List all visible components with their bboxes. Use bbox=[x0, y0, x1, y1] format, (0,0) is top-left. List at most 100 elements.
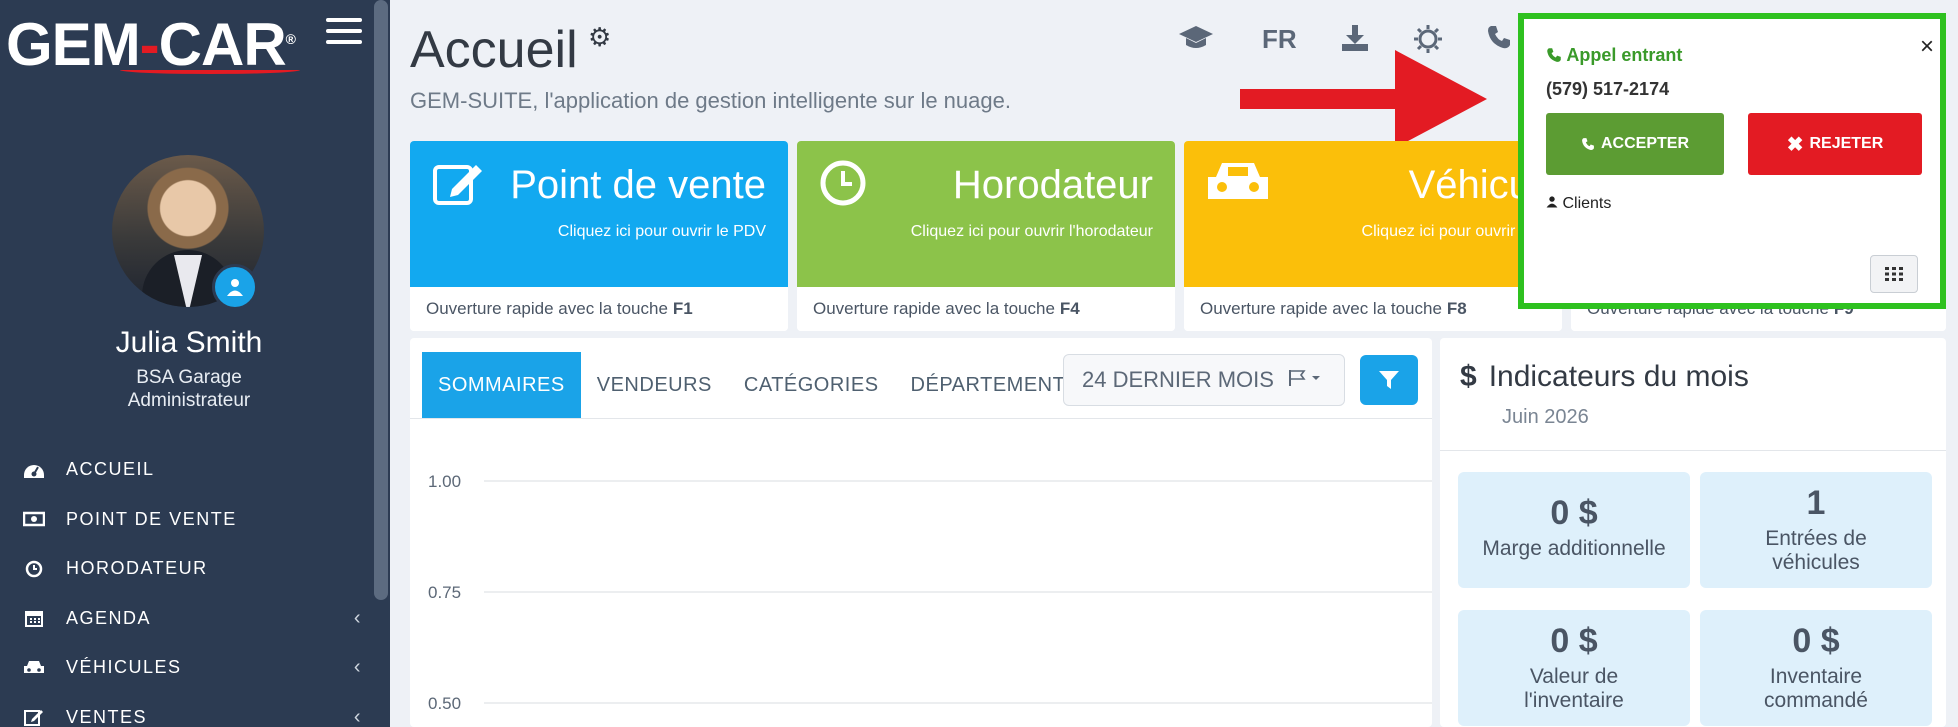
red-arrow-shaft bbox=[1240, 89, 1410, 109]
edit-icon bbox=[432, 159, 486, 217]
logo-registered: ® bbox=[285, 31, 296, 47]
tile-title: Horodateur bbox=[952, 163, 1153, 207]
sidebar-item-label: HORODATEUR bbox=[66, 558, 208, 579]
y-tick-label: 1.00 bbox=[428, 472, 461, 491]
sidebar-item-vehicules[interactable]: VÉHICULES ‹ bbox=[0, 643, 378, 693]
page-subtitle: GEM-SUITE, l'application de gestion inte… bbox=[410, 88, 1011, 113]
indicator-card[interactable]: 1 Entrées de véhicules bbox=[1700, 472, 1932, 588]
y-tick-label: 0.50 bbox=[428, 694, 461, 713]
sidebar-item-label: POINT DE VENTE bbox=[66, 508, 237, 529]
call-title: Appel entrant bbox=[1546, 45, 1682, 66]
cash-icon bbox=[22, 509, 46, 529]
user-role: Administrateur bbox=[127, 390, 251, 411]
tile-shortcut-key: F1 bbox=[672, 299, 693, 318]
indicator-label: Marge additionnelle bbox=[1482, 537, 1666, 560]
tile-subtitle: Cliquez ici pour ouvrir l'horodateur bbox=[910, 223, 1153, 240]
sidebar-item-label: VENTES bbox=[66, 706, 148, 727]
indicator-card[interactable]: 0 $ Inventaire commandé bbox=[1700, 610, 1932, 726]
keypad-button[interactable] bbox=[1870, 255, 1918, 293]
calendar-icon bbox=[22, 608, 46, 628]
indicators-divider bbox=[1440, 450, 1946, 451]
close-icon[interactable]: × bbox=[1920, 33, 1934, 61]
tile-horodateur[interactable]: Horodateur Cliquez ici pour ouvrir l'hor… bbox=[797, 141, 1175, 331]
call-title-text: Appel entrant bbox=[1566, 45, 1683, 65]
sidebar-item-accueil[interactable]: ACCUEIL bbox=[0, 445, 378, 495]
chart-panel: SOMMAIRES VENDEURS CATÉGORIES DÉPARTEMEN… bbox=[410, 338, 1432, 727]
user-name: Julia Smith bbox=[115, 326, 263, 359]
download-icon[interactable] bbox=[1340, 24, 1370, 59]
tile-subtitle: Cliquez ici pour ouvrir le PDV bbox=[557, 223, 766, 240]
graduation-cap-icon[interactable] bbox=[1178, 24, 1214, 59]
indicator-card[interactable]: 0 $ Marge additionnelle bbox=[1458, 472, 1690, 588]
tile-footer-text: Ouverture rapide avec la touche bbox=[813, 299, 1055, 318]
phone-icon bbox=[1582, 138, 1594, 151]
keypad-icon bbox=[1885, 267, 1903, 281]
caller-number: (579) 517-2174 bbox=[1546, 79, 1670, 99]
indicators-panel: $ Indicateurs du mois Juin 2026 0 $ Marge… bbox=[1440, 338, 1946, 727]
user-company: BSA Garage bbox=[136, 367, 242, 388]
close-icon: ✖ bbox=[1786, 133, 1804, 156]
tile-title: Point de vente bbox=[510, 163, 766, 207]
sidebar-item-label: AGENDA bbox=[66, 607, 152, 628]
clients-label: Clients bbox=[1562, 195, 1612, 212]
indicators-month: Juin 2026 bbox=[1502, 406, 1589, 428]
indicators-title-text: Indicateurs du mois bbox=[1488, 360, 1749, 393]
y-tick-label: 0.75 bbox=[428, 583, 461, 602]
phone-icon[interactable] bbox=[1486, 24, 1512, 57]
reject-label: REJETER bbox=[1809, 135, 1884, 152]
indicator-value: 0 $ bbox=[1550, 494, 1598, 532]
language-selector[interactable]: FR bbox=[1262, 24, 1297, 55]
logo-swoosh bbox=[120, 66, 300, 74]
page-title: Accueil bbox=[410, 21, 578, 79]
sidebar-item-ventes[interactable]: VENTES ‹ bbox=[0, 693, 378, 727]
accept-call-button[interactable]: ACCEPTER bbox=[1546, 113, 1724, 175]
red-arrow-head bbox=[1395, 50, 1487, 148]
chevron-left-icon: ‹ bbox=[353, 705, 362, 727]
sidebar-item-agenda[interactable]: AGENDA ‹ bbox=[0, 594, 378, 644]
call-clients[interactable]: Clients bbox=[1546, 195, 1611, 213]
phone-icon bbox=[1547, 48, 1561, 62]
indicator-value: 0 $ bbox=[1550, 622, 1598, 660]
sidebar-menu: ACCUEIL POINT DE VENTE HORODATEUR AGENDA… bbox=[0, 445, 378, 727]
tile-footer-text: Ouverture rapide avec la touche bbox=[1200, 299, 1442, 318]
tile-footer: Ouverture rapide avec la touche F4 bbox=[797, 287, 1175, 331]
user-icon[interactable] bbox=[212, 264, 258, 310]
clock-icon bbox=[22, 559, 46, 579]
tile-footer-text: Ouverture rapide avec la touche bbox=[426, 299, 668, 318]
car-icon bbox=[22, 658, 46, 678]
tile-shortcut-key: F4 bbox=[1059, 299, 1080, 318]
sidebar-scrollbar[interactable] bbox=[374, 0, 388, 600]
tile-footer: Ouverture rapide avec la touche F8 bbox=[1184, 287, 1562, 331]
sidebar-item-label: VÉHICULES bbox=[66, 657, 182, 678]
clock-icon bbox=[819, 159, 867, 217]
chevron-left-icon: ‹ bbox=[353, 656, 362, 679]
indicator-label: Valeur de l'inventaire bbox=[1524, 665, 1624, 712]
hamburger-menu-icon[interactable] bbox=[326, 18, 362, 48]
incoming-call-popup: Appel entrant × (579) 517-2174 ACCEPTER … bbox=[1518, 13, 1946, 309]
indicator-label: Entrées de véhicules bbox=[1765, 527, 1867, 574]
sidebar: GEM-CAR® Julia Smith BSA Garage Administ… bbox=[0, 0, 390, 727]
user-icon bbox=[1546, 196, 1558, 208]
tile-body: Horodateur Cliquez ici pour ouvrir l'hor… bbox=[797, 141, 1175, 287]
dashboard-icon bbox=[22, 460, 46, 480]
tile-shortcut-key: F8 bbox=[1446, 299, 1467, 318]
tile-footer: Ouverture rapide avec la touche F1 bbox=[410, 287, 788, 331]
indicator-card[interactable]: 0 $ Valeur de l'inventaire bbox=[1458, 610, 1690, 726]
gear-icon[interactable]: ⚙ bbox=[588, 22, 611, 53]
car-icon bbox=[1206, 159, 1270, 217]
sidebar-item-horodateur[interactable]: HORODATEUR bbox=[0, 544, 378, 594]
indicator-value: 1 bbox=[1806, 484, 1826, 522]
accept-label: ACCEPTER bbox=[1600, 135, 1689, 152]
chevron-left-icon: ‹ bbox=[353, 606, 362, 629]
indicator-label: Inventaire commandé bbox=[1764, 665, 1868, 712]
indicator-value: 0 $ bbox=[1792, 622, 1840, 660]
sidebar-item-point-de-vente[interactable]: POINT DE VENTE bbox=[0, 495, 378, 545]
tile-vehicule[interactable]: Véhicule Cliquez ici pour ouvrir l'agen … bbox=[1184, 141, 1562, 331]
tile-point-de-vente[interactable]: Point de vente Cliquez ici pour ouvrir l… bbox=[410, 141, 788, 331]
reject-call-button[interactable]: ✖ REJETER bbox=[1748, 113, 1922, 175]
edit-icon bbox=[22, 707, 46, 727]
sidebar-item-label: ACCUEIL bbox=[66, 459, 155, 480]
tile-body: Point de vente Cliquez ici pour ouvrir l… bbox=[410, 141, 788, 287]
tile-body: Véhicule Cliquez ici pour ouvrir l'agen bbox=[1184, 141, 1562, 287]
chart-area: 1.00 0.75 0.50 bbox=[428, 472, 1432, 713]
